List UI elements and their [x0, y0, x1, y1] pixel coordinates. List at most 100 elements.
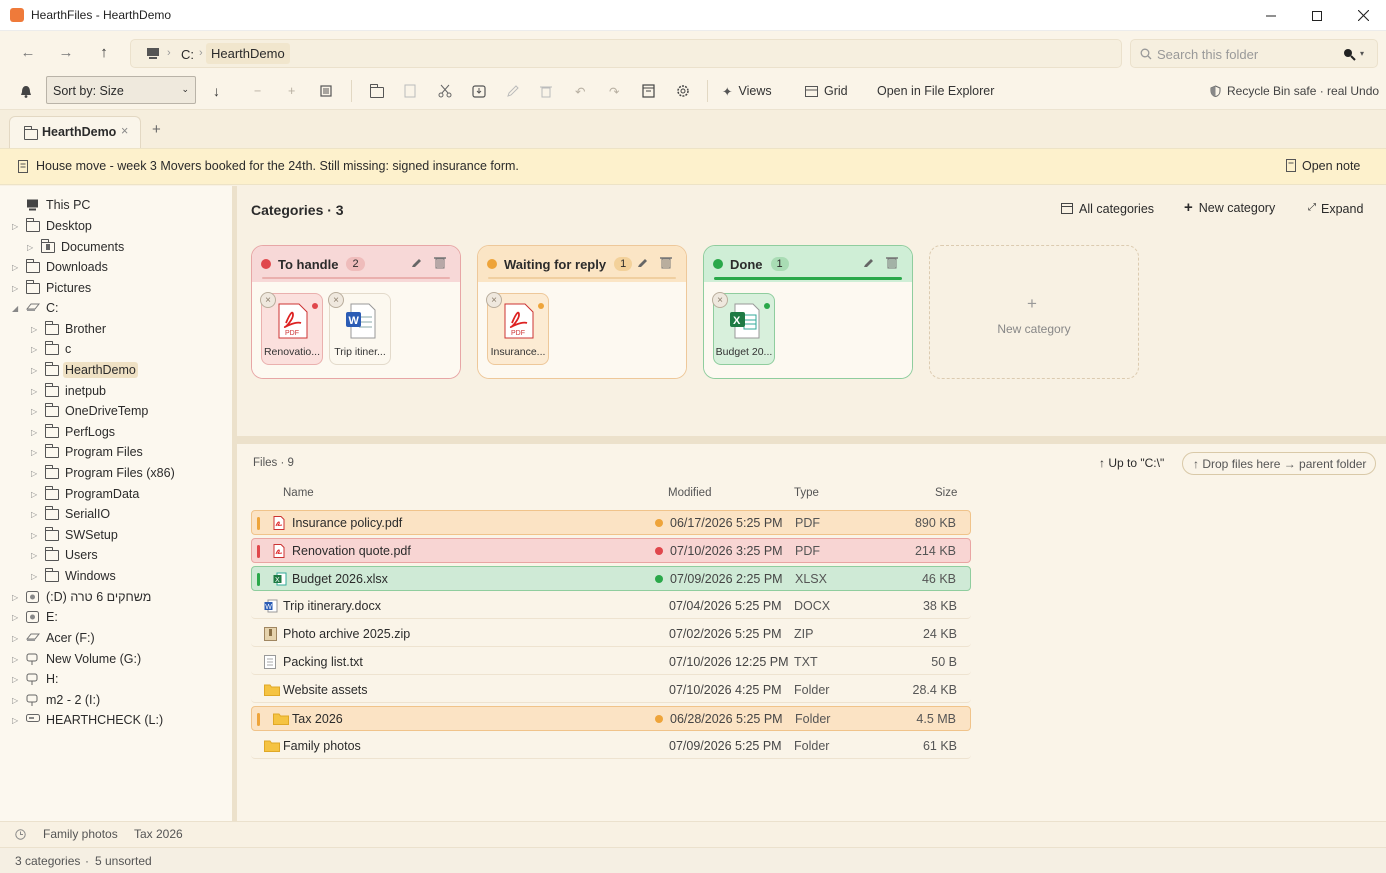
- delete-icon[interactable]: [540, 82, 552, 100]
- expand-icon[interactable]: ▷: [31, 572, 39, 581]
- views-button[interactable]: ✦ Views: [722, 82, 772, 100]
- category-file-tile[interactable]: × PDF Renovatio...: [260, 292, 323, 365]
- tree-item[interactable]: ▷ (:D) משחקים 6 טרה: [0, 587, 232, 607]
- tree-item[interactable]: ▷ Pictures: [0, 278, 232, 298]
- delete-category-icon[interactable]: [434, 256, 446, 269]
- grid-button[interactable]: Grid: [805, 82, 848, 100]
- expand-icon[interactable]: ▷: [31, 366, 39, 375]
- expand-icon[interactable]: ▷: [12, 613, 20, 622]
- edit-category-icon[interactable]: [862, 257, 874, 269]
- expand-icon[interactable]: ▷: [31, 510, 39, 519]
- redo-icon[interactable]: ↷: [609, 82, 619, 100]
- select-all-icon[interactable]: [320, 82, 332, 100]
- category-card[interactable]: Waiting for reply 1 × PDF Insurance...: [477, 245, 687, 379]
- expand-icon[interactable]: ▷: [12, 696, 20, 705]
- recent-item[interactable]: Family photos: [43, 827, 118, 841]
- category-card[interactable]: To handle 2 × PDF Renovatio... × W Trip itiner.…: [251, 245, 461, 379]
- tree-item[interactable]: ▷ E:: [0, 607, 232, 627]
- column-header-name[interactable]: Name: [283, 487, 314, 499]
- bell-icon[interactable]: [20, 82, 32, 100]
- tree-item[interactable]: ▷ inetpub: [0, 381, 232, 401]
- new-category-card[interactable]: + New category: [929, 245, 1139, 379]
- search-options-icon[interactable]: [1342, 47, 1356, 61]
- tree-item[interactable]: ▷ SerialIO: [0, 504, 232, 524]
- recent-item[interactable]: Tax 2026: [134, 827, 183, 841]
- category-file-tile[interactable]: × PDF Insurance...: [486, 292, 549, 365]
- tree-item[interactable]: ▷ Program Files: [0, 442, 232, 462]
- breadcrumb-current[interactable]: HearthDemo: [206, 43, 290, 64]
- expand-icon[interactable]: ▷: [31, 428, 39, 437]
- sort-direction-button[interactable]: ↓: [213, 82, 220, 100]
- remove-from-category-icon[interactable]: ×: [328, 292, 344, 308]
- tree-item[interactable]: ▷ Desktop: [0, 216, 232, 236]
- tree-item[interactable]: ▷ Downloads: [0, 257, 232, 277]
- column-header-modified[interactable]: Modified: [668, 487, 711, 499]
- tree-item[interactable]: ◢ C:: [0, 298, 232, 318]
- file-row[interactable]: Family photos 07/09/2026 5:25 PM Folder 61 …: [251, 734, 971, 759]
- column-header-size[interactable]: Size: [935, 487, 957, 499]
- category-drop-area[interactable]: × PDF Renovatio... × W Trip itiner...: [252, 282, 460, 378]
- close-button[interactable]: [1340, 0, 1386, 31]
- tree-item[interactable]: ▷ m2 - 2 (I:): [0, 690, 232, 710]
- remove-from-category-icon[interactable]: ×: [486, 292, 502, 308]
- tree-item[interactable]: ▷ HEARTHCHECK (L:): [0, 710, 232, 730]
- file-row[interactable]: Website assets 07/10/2026 4:25 PM Folder 28…: [251, 678, 971, 703]
- open-note-button[interactable]: Open note: [1286, 159, 1360, 173]
- up-to-parent-button[interactable]: ↑ Up to "C:\": [1099, 456, 1164, 470]
- tree-item[interactable]: ▷ H:: [0, 669, 232, 689]
- expand-icon[interactable]: ▷: [12, 655, 20, 664]
- new-tab-button[interactable]: +: [152, 121, 161, 138]
- category-card[interactable]: Done 1 × X Budget 20...: [703, 245, 913, 379]
- expand-icon[interactable]: ▷: [31, 490, 39, 499]
- cut-icon[interactable]: [438, 82, 452, 100]
- tree-item[interactable]: ▷ Users: [0, 545, 232, 565]
- rename-icon[interactable]: [506, 82, 520, 100]
- edit-category-icon[interactable]: [410, 257, 422, 269]
- new-category-button[interactable]: + New category: [1184, 200, 1275, 215]
- expand-icon[interactable]: ▷: [31, 387, 39, 396]
- edit-category-icon[interactable]: [636, 257, 648, 269]
- zoom-out-button[interactable]: −: [254, 82, 261, 100]
- file-row[interactable]: Photo archive 2025.zip 07/02/2026 5:25 PM…: [251, 622, 971, 647]
- tab-close-icon[interactable]: ×: [121, 124, 128, 138]
- file-row[interactable]: W Trip itinerary.docx 07/04/2026 5:25 PM DO…: [251, 594, 971, 619]
- expand-icon[interactable]: ▷: [31, 531, 39, 540]
- tree-item[interactable]: ▷ Acer (F:): [0, 628, 232, 648]
- new-folder-icon[interactable]: [369, 82, 384, 100]
- tree-item[interactable]: ▷ New Volume (G:): [0, 649, 232, 669]
- pane-splitter[interactable]: [237, 436, 1386, 444]
- zoom-in-button[interactable]: +: [288, 82, 295, 100]
- expand-icon[interactable]: ▷: [31, 345, 39, 354]
- collapse-icon[interactable]: ◢: [12, 304, 20, 313]
- tree-item[interactable]: ▷ Program Files (x86): [0, 463, 232, 483]
- remove-from-category-icon[interactable]: ×: [712, 292, 728, 308]
- expand-icon[interactable]: ▷: [31, 325, 39, 334]
- tree-item[interactable]: ▷ OneDriveTemp: [0, 401, 232, 421]
- tree-item[interactable]: ▷ Windows: [0, 566, 232, 586]
- paste-icon[interactable]: [472, 82, 486, 100]
- column-header-type[interactable]: Type: [794, 487, 819, 499]
- delete-category-icon[interactable]: [886, 256, 898, 269]
- expand-icon[interactable]: ▷: [31, 551, 39, 560]
- tree-item[interactable]: ▷ PerfLogs: [0, 422, 232, 442]
- expand-icon[interactable]: ▷: [12, 284, 20, 293]
- expand-icon[interactable]: ▷: [31, 469, 39, 478]
- file-row[interactable]: Tax 2026 06/28/2026 5:25 PM Folder 4.5 MB: [251, 706, 971, 731]
- expand-icon[interactable]: ▷: [27, 243, 35, 252]
- undo-icon[interactable]: ↶: [575, 82, 585, 100]
- category-file-tile[interactable]: × W Trip itiner...: [328, 292, 391, 365]
- copy-icon[interactable]: [404, 82, 416, 100]
- expand-icon[interactable]: ▷: [12, 634, 20, 643]
- tree-item[interactable]: ▷ Documents: [0, 237, 232, 257]
- tree-item[interactable]: ▷ SWSetup: [0, 525, 232, 545]
- tab-hearthdemo[interactable]: HearthDemo ×: [9, 116, 141, 148]
- expand-icon[interactable]: ▷: [31, 407, 39, 416]
- open-explorer-button[interactable]: Open in File Explorer: [877, 82, 994, 100]
- expand-icon[interactable]: ▷: [12, 593, 20, 602]
- drop-to-parent-zone[interactable]: ↑ Drop files here → parent folder: [1182, 452, 1376, 475]
- tree-item[interactable]: ▷ HearthDemo: [0, 360, 232, 380]
- maximize-button[interactable]: [1294, 0, 1340, 31]
- category-drop-area[interactable]: × X Budget 20...: [704, 282, 912, 378]
- sort-select[interactable]: Sort by: Size ⌄: [46, 76, 196, 104]
- all-categories-button[interactable]: All categories: [1061, 202, 1154, 216]
